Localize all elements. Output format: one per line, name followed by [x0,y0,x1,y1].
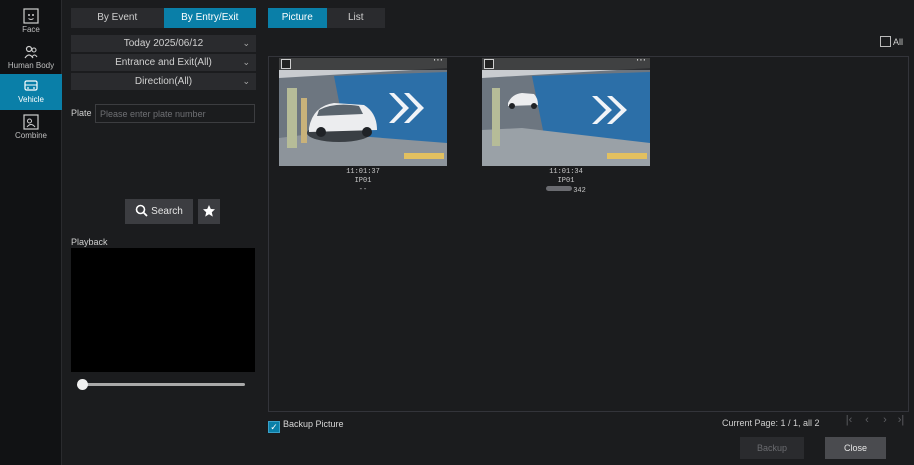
playback-video [71,248,255,372]
star-icon [203,205,215,217]
rail-label: Face [22,25,40,34]
search-button-label: Search [151,206,183,217]
plate-label: Plate [71,108,92,118]
vehicle-snapshot-image [279,58,447,166]
results-grid: ⋯ 11:01:37 IP01 -- ⋯ 11:01:34 IP01 342 [268,56,909,412]
playback-label: Playback [71,237,108,247]
favorite-button[interactable] [198,199,220,224]
result-channel: IP01 [557,177,575,185]
backup-picture-checkbox[interactable]: ✓ Backup Picture [268,419,344,433]
entrance-dropdown[interactable]: Entrance and Exit(All) ⌄ [71,54,256,71]
chevron-down-icon: ⌄ [242,57,250,67]
plate-blur [546,186,573,191]
search-button[interactable]: Search [125,199,193,224]
result-time: 11:01:34 [549,168,583,176]
vehicle-search-window: Face Human Body Vehicle Combine By Event… [0,0,914,465]
tab-list[interactable]: List [326,8,385,28]
vehicle-snapshot-image [482,58,650,166]
search-mode-tabs: By Event By Entry/Exit [71,8,256,28]
checkbox-box [880,36,891,47]
slider-track [79,383,245,386]
thumbnail-checkbox[interactable] [484,59,494,69]
backup-button[interactable]: Backup [740,437,804,459]
rail-item-human-body[interactable]: Human Body [0,40,62,76]
rail-item-face[interactable]: Face [0,4,62,40]
playback-slider[interactable] [77,379,245,390]
direction-value: Direction(All) [134,76,193,87]
snapshot-thumbnail[interactable]: ⋯ [482,58,650,166]
result-channel: IP01 [354,177,372,185]
rail-item-vehicle[interactable]: Vehicle [0,74,62,110]
select-all-label: All [893,37,904,47]
direction-dropdown[interactable]: Direction(All) ⌄ [71,73,256,90]
entrance-value: Entrance and Exit(All) [115,57,212,68]
more-options-icon[interactable]: ⋯ [636,58,647,66]
result-plate: 342 [482,186,650,196]
first-page-icon[interactable]: |‹ [842,414,856,430]
tab-picture[interactable]: Picture [268,8,327,28]
date-value: Today 2025/06/12 [123,38,204,49]
plate-input[interactable] [95,104,255,123]
tab-by-event[interactable]: By Event [71,8,164,28]
slider-knob[interactable] [77,379,88,390]
result-card[interactable]: ⋯ 11:01:37 IP01 -- [279,58,447,195]
thumbnail-toolbar [279,58,447,70]
select-all-checkbox[interactable]: All [880,36,903,47]
more-options-icon[interactable]: ⋯ [433,58,444,66]
rail-label: Human Body [7,61,55,70]
page-info: Current Page: 1 / 1, all 2 [722,418,820,428]
search-type-rail: Face Human Body Vehicle Combine [0,0,62,465]
view-tabs: Picture List [268,8,385,28]
human-body-icon [24,45,38,59]
plate-suffix: 342 [573,187,586,195]
chevron-down-icon: ⌄ [242,38,250,48]
result-time: 11:01:37 [346,168,380,176]
thumbnail-checkbox[interactable] [281,59,291,69]
check-icon: ✓ [268,421,280,433]
last-page-icon[interactable]: ›| [894,414,908,430]
backup-picture-label: Backup Picture [283,419,344,429]
result-meta: 11:01:34 IP01 342 [482,168,650,196]
result-meta: 11:01:37 IP01 -- [279,168,447,195]
rail-label: Combine [14,131,47,140]
tab-by-entry-exit[interactable]: By Entry/Exit [163,8,256,28]
rail-label: Vehicle [18,95,44,104]
chevron-down-icon: ⌄ [242,76,250,86]
result-card[interactable]: ⋯ 11:01:34 IP01 342 [482,58,650,196]
close-button[interactable]: Close [825,437,886,459]
face-icon [23,8,39,24]
combine-icon [23,114,39,130]
thumbnail-toolbar [482,58,650,70]
snapshot-thumbnail[interactable]: ⋯ [279,58,447,166]
result-plate: -- [358,186,368,194]
rail-item-combine[interactable]: Combine [0,110,62,146]
date-dropdown[interactable]: Today 2025/06/12 ⌄ [71,35,256,52]
next-page-icon[interactable]: › [878,414,892,430]
search-icon [135,204,148,217]
vehicle-icon [24,80,38,91]
filter-panel: By Event By Entry/Exit Today 2025/06/12 … [63,0,263,465]
prev-page-icon[interactable]: ‹ [860,414,874,430]
